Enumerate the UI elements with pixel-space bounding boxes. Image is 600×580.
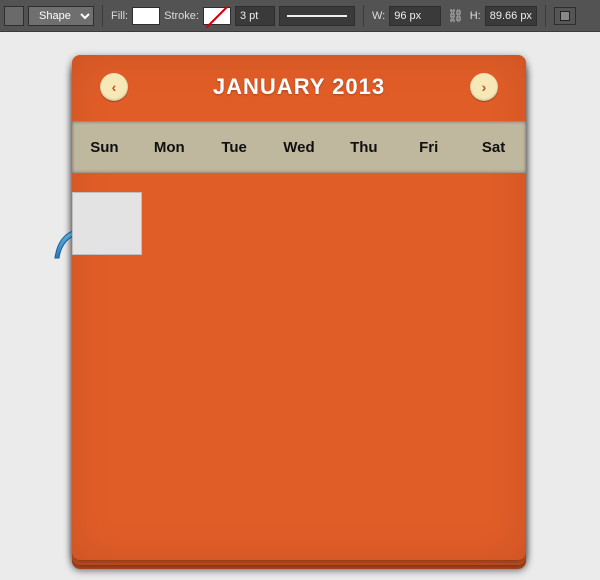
dow-thu: Thu bbox=[331, 139, 396, 156]
tool-mode-dropdown[interactable]: Shape bbox=[28, 6, 94, 26]
divider bbox=[545, 5, 546, 27]
link-dimensions-icon[interactable]: ⛓ bbox=[445, 8, 466, 24]
shape-tool-swatch[interactable] bbox=[4, 6, 24, 26]
next-month-button[interactable]: › bbox=[470, 73, 498, 101]
options-bar: Shape Fill: Stroke: W: ⛓ H: bbox=[0, 0, 600, 32]
width-label: W: bbox=[372, 10, 385, 22]
divider bbox=[102, 5, 103, 27]
width-input[interactable] bbox=[389, 6, 441, 26]
calendar-title: JANUARY 2013 bbox=[213, 74, 385, 100]
chevron-right-icon: › bbox=[482, 79, 487, 95]
stroke-label: Stroke: bbox=[164, 10, 199, 22]
height-input[interactable] bbox=[485, 6, 537, 26]
calendar-header: ‹ JANUARY 2013 › bbox=[72, 55, 526, 111]
drawn-shape-rectangle[interactable] bbox=[73, 193, 141, 254]
fill-label: Fill: bbox=[111, 10, 128, 22]
fill-swatch[interactable] bbox=[132, 7, 160, 25]
align-edges-button[interactable] bbox=[554, 7, 576, 25]
dow-mon: Mon bbox=[137, 139, 202, 156]
canvas[interactable]: ‹ JANUARY 2013 › Sun Mon Tue Wed Thu Fri… bbox=[0, 32, 600, 580]
chevron-left-icon: ‹ bbox=[112, 79, 117, 95]
stroke-swatch[interactable] bbox=[203, 7, 231, 25]
prev-month-button[interactable]: ‹ bbox=[100, 73, 128, 101]
calendar-stack: ‹ JANUARY 2013 › Sun Mon Tue Wed Thu Fri… bbox=[72, 55, 526, 569]
divider bbox=[363, 5, 364, 27]
stroke-style-dropdown[interactable] bbox=[279, 6, 355, 26]
dow-wed: Wed bbox=[267, 139, 332, 156]
stroke-weight-input[interactable] bbox=[235, 6, 275, 26]
dow-sun: Sun bbox=[72, 139, 137, 156]
dow-tue: Tue bbox=[202, 139, 267, 156]
height-label: H: bbox=[470, 10, 481, 22]
day-of-week-strip: Sun Mon Tue Wed Thu Fri Sat bbox=[72, 121, 526, 173]
dow-sat: Sat bbox=[461, 139, 526, 156]
calendar-page-front: ‹ JANUARY 2013 › Sun Mon Tue Wed Thu Fri… bbox=[72, 55, 526, 560]
dow-fri: Fri bbox=[396, 139, 461, 156]
